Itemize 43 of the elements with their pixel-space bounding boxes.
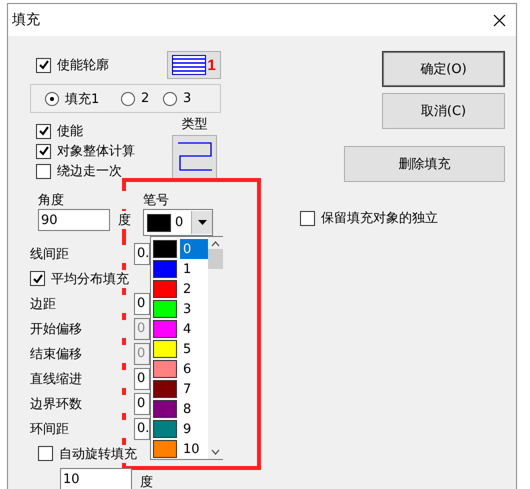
list-item[interactable]: 0 [180, 239, 208, 259]
number-field[interactable]: 0. [134, 242, 150, 264]
radio-button[interactable] [121, 92, 135, 106]
number-field[interactable]: 0. [134, 418, 150, 440]
radio-button[interactable] [163, 92, 177, 106]
number-field[interactable]: 0 [134, 368, 150, 390]
number-field[interactable]: 0 [134, 392, 150, 414]
window-title: 填充 [12, 11, 40, 29]
radio-label: 填充1 [65, 90, 100, 108]
pen-number: 1 [207, 56, 216, 74]
hatch-icon [172, 55, 206, 75]
scroll-down-icon[interactable] [211, 449, 220, 455]
caret-icon [198, 220, 206, 225]
rotation-field[interactable]: 10 [60, 468, 132, 489]
checkbox-label: 绕边走一次 [57, 162, 122, 180]
type-label: 类型 [182, 115, 208, 133]
scrollbar[interactable] [208, 237, 223, 459]
checkbox[interactable] [36, 144, 51, 158]
number-field[interactable]: 0 [134, 292, 150, 314]
checkbox-label: 使能 [57, 122, 83, 140]
checkbox[interactable] [36, 124, 51, 138]
checkbox[interactable] [38, 446, 53, 461]
ok-button[interactable]: 确定(O) [382, 51, 505, 87]
checkbox[interactable] [300, 210, 315, 226]
scroll-up-icon[interactable] [211, 241, 220, 247]
checkbox-label: 使能轮廓 [57, 56, 109, 74]
scroll-thumb[interactable] [208, 249, 223, 269]
cancel-button[interactable]: 取消(C) [382, 93, 505, 129]
delete-fill-button[interactable]: 删除填充 [344, 146, 505, 182]
checkbox-label: 保留填充对象的独立 [321, 209, 438, 227]
checkbox[interactable] [30, 271, 45, 286]
close-icon[interactable] [493, 14, 506, 26]
fill-type-button[interactable] [172, 135, 217, 179]
radio-button[interactable] [45, 92, 59, 106]
checkbox[interactable] [36, 58, 51, 72]
unit-label: 度 [140, 473, 153, 489]
unit-label: 度 [118, 211, 131, 229]
checkbox-label: 平均分布填充 [51, 270, 129, 288]
checkbox-label: 自动旋转填充 [59, 444, 137, 462]
checkbox[interactable] [36, 164, 51, 178]
checkbox-label: 对象整体计算 [57, 142, 135, 160]
angle-field[interactable]: 90 [38, 209, 110, 231]
pen-dropdown[interactable]: 0 [143, 209, 213, 236]
